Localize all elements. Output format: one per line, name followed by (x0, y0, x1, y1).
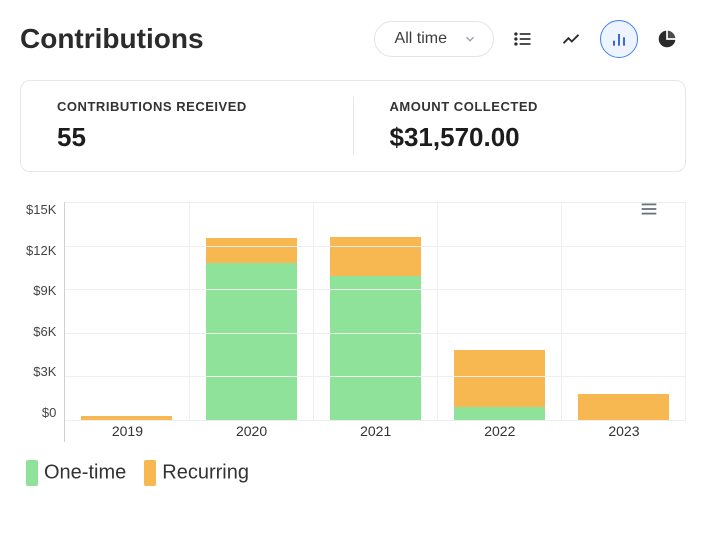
legend: One-time Recurring (20, 460, 686, 486)
pie-chart-icon (657, 29, 677, 49)
bar-segment-recurring (578, 394, 669, 420)
bar-stack[interactable] (578, 394, 669, 420)
bar-segment-recurring (206, 238, 297, 263)
stat-label: CONTRIBUTIONS RECEIVED (57, 99, 317, 114)
bar-column (562, 202, 686, 420)
x-tick: 2022 (438, 423, 562, 439)
stat-value: 55 (57, 122, 317, 153)
gridline (65, 333, 686, 334)
bar-chart-button[interactable] (600, 20, 638, 58)
list-view-button[interactable] (504, 20, 542, 58)
plot-area: 20192020202120222023 (64, 202, 686, 442)
chevron-down-icon (463, 32, 477, 46)
line-chart-icon (561, 29, 581, 49)
y-tick: $6K (33, 324, 56, 339)
x-tick: 2023 (562, 423, 686, 439)
swatch-one-time (26, 460, 38, 486)
bar-column (190, 202, 314, 420)
swatch-recurring (144, 460, 156, 486)
stat-contributions-received: CONTRIBUTIONS RECEIVED 55 (21, 97, 353, 155)
bar-stack[interactable] (206, 238, 297, 420)
y-tick: $9K (33, 283, 56, 298)
bar-chart-icon (609, 29, 629, 49)
bar-column (314, 202, 438, 420)
stat-label: AMOUNT COLLECTED (390, 99, 650, 114)
bar-chart: $15K $12K $9K $6K $3K $0 20192020202120222023 (20, 202, 686, 442)
y-tick: $12K (26, 243, 56, 258)
x-tick: 2019 (65, 423, 189, 439)
chart-container: $15K $12K $9K $6K $3K $0 20192020202120222023… (20, 202, 686, 486)
x-tick: 2021 (314, 423, 438, 439)
gridline (65, 420, 686, 421)
view-controls: All time (374, 20, 686, 58)
time-range-label: All time (395, 30, 447, 48)
bar-segment-recurring (454, 350, 545, 407)
bar-column (65, 202, 189, 420)
bar-stack[interactable] (330, 237, 421, 420)
bar-segment-one-time (330, 276, 421, 420)
list-icon (513, 29, 533, 49)
legend-label: One-time (44, 461, 126, 483)
y-axis: $15K $12K $9K $6K $3K $0 (26, 202, 64, 442)
line-chart-button[interactable] (552, 20, 590, 58)
y-tick: $3K (33, 364, 56, 379)
legend-item-one-time: One-time (26, 460, 126, 486)
pie-chart-button[interactable] (648, 20, 686, 58)
legend-label: Recurring (162, 461, 249, 483)
bar-column (438, 202, 562, 420)
page-title: Contributions (20, 23, 204, 55)
y-tick: $0 (42, 405, 56, 420)
bar-segment-one-time (206, 263, 297, 420)
stat-value: $31,570.00 (390, 122, 650, 153)
bar-segment-recurring (330, 237, 421, 276)
bar-segment-one-time (454, 407, 545, 420)
stats-card: CONTRIBUTIONS RECEIVED 55 AMOUNT COLLECT… (20, 80, 686, 172)
y-tick: $15K (26, 202, 56, 217)
gridline (65, 202, 686, 203)
stat-amount-collected: AMOUNT COLLECTED $31,570.00 (353, 97, 686, 155)
x-tick: 2020 (190, 423, 314, 439)
bar-stack[interactable] (454, 350, 545, 420)
x-axis: 20192020202120222023 (65, 420, 686, 442)
legend-item-recurring: Recurring (144, 460, 249, 486)
time-range-dropdown[interactable]: All time (374, 21, 494, 57)
gridline (65, 376, 686, 377)
gridline (65, 289, 686, 290)
gridline (65, 246, 686, 247)
